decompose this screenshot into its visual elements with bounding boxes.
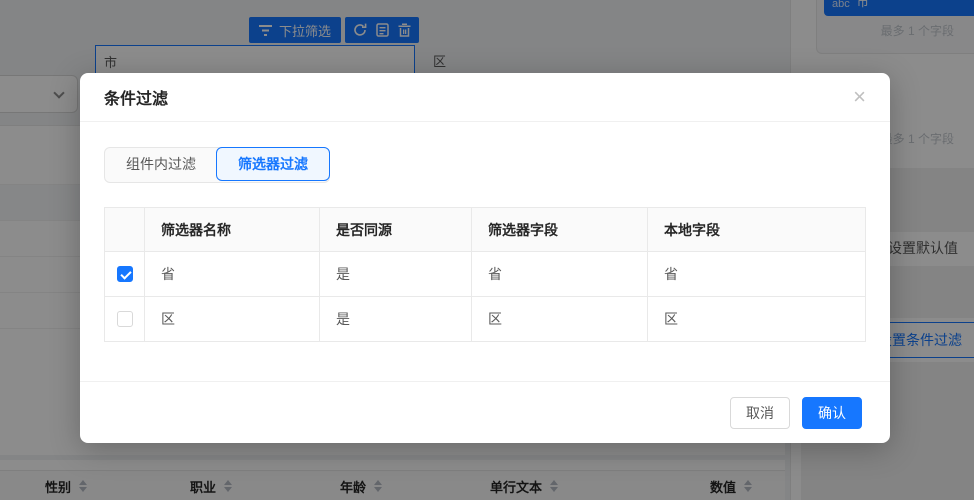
row-checkbox[interactable] [117, 266, 133, 282]
cancel-button[interactable]: 取消 [730, 397, 790, 429]
cell-local-field: 区 [648, 297, 865, 341]
header-filter-name: 筛选器名称 [145, 208, 320, 251]
modal-body: 组件内过滤 筛选器过滤 筛选器名称 是否同源 筛选器字段 本地字段 省 是 省 … [80, 122, 890, 342]
modal-header: 条件过滤 × [80, 73, 890, 122]
filter-mode-tabs: 组件内过滤 筛选器过滤 [104, 147, 330, 183]
cell-filter-field: 省 [472, 252, 648, 296]
modal-title: 条件过滤 [104, 85, 168, 109]
confirm-button[interactable]: 确认 [802, 397, 862, 429]
dashboard-editor: 市 区 下拉筛选 [0, 0, 974, 500]
row-checkbox[interactable] [117, 311, 133, 327]
tab-component-filter[interactable]: 组件内过滤 [105, 148, 217, 182]
header-local-field: 本地字段 [648, 208, 865, 251]
modal-footer: 取消 确认 [80, 381, 890, 443]
cell-filter-name: 区 [145, 297, 320, 341]
table-row: 省 是 省 省 [105, 251, 865, 296]
checkbox-column-header [105, 208, 145, 251]
cell-local-field: 省 [648, 252, 865, 296]
header-filter-field: 筛选器字段 [472, 208, 648, 251]
close-icon[interactable]: × [853, 86, 866, 108]
header-same-origin: 是否同源 [320, 208, 472, 251]
filter-table: 筛选器名称 是否同源 筛选器字段 本地字段 省 是 省 省 区 是 区 [104, 207, 866, 342]
cell-filter-name: 省 [145, 252, 320, 296]
cell-filter-field: 区 [472, 297, 648, 341]
cell-same-origin: 是 [320, 252, 472, 296]
tab-filter-widget-filter[interactable]: 筛选器过滤 [216, 147, 330, 181]
condition-filter-modal: 条件过滤 × 组件内过滤 筛选器过滤 筛选器名称 是否同源 筛选器字段 本地字段… [80, 73, 890, 443]
table-row: 区 是 区 区 [105, 296, 865, 341]
cell-same-origin: 是 [320, 297, 472, 341]
filter-table-header: 筛选器名称 是否同源 筛选器字段 本地字段 [105, 208, 865, 251]
